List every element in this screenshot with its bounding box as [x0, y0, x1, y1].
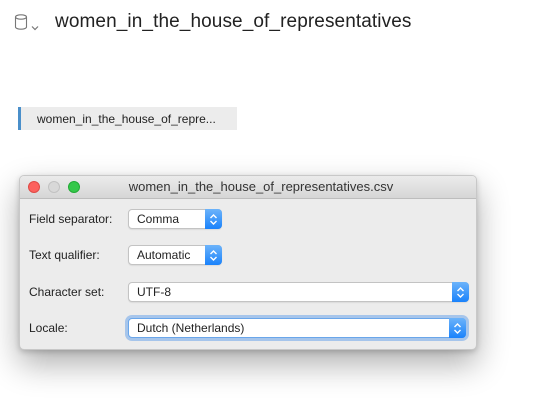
- source-tab[interactable]: women_in_the_house_of_repre...: [18, 107, 237, 130]
- locale-label: Locale:: [29, 321, 68, 335]
- chevron-down-icon[interactable]: [31, 19, 39, 30]
- updown-chevron-icon: [205, 245, 222, 265]
- text-qualifier-popup[interactable]: Automatic: [128, 245, 222, 265]
- character-set-row: Character set: UTF-8: [29, 281, 469, 303]
- database-icon[interactable]: [14, 14, 28, 30]
- character-set-popup[interactable]: UTF-8: [128, 282, 469, 302]
- csv-import-dialog: women_in_the_house_of_representatives.cs…: [19, 175, 477, 350]
- header: women_in_the_house_of_representatives: [14, 8, 412, 36]
- dialog-titlebar[interactable]: women_in_the_house_of_representatives.cs…: [20, 176, 476, 199]
- field-separator-value: Comma: [137, 212, 180, 226]
- dialog-title: women_in_the_house_of_representatives.cs…: [128, 179, 394, 194]
- field-separator-label: Field separator:: [29, 212, 113, 226]
- text-qualifier-row: Text qualifier: Automatic: [29, 244, 222, 266]
- source-tab-label: women_in_the_house_of_repre...: [37, 111, 216, 126]
- updown-chevron-icon: [452, 282, 469, 302]
- text-qualifier-value: Automatic: [137, 248, 191, 262]
- locale-popup[interactable]: Dutch (Netherlands): [128, 318, 466, 338]
- page-title: women_in_the_house_of_representatives: [55, 11, 412, 32]
- updown-chevron-icon: [449, 318, 466, 338]
- updown-chevron-icon: [205, 209, 222, 229]
- locale-row: Locale: Dutch (Netherlands): [29, 317, 466, 339]
- text-qualifier-label: Text qualifier:: [29, 248, 100, 262]
- field-separator-popup[interactable]: Comma: [128, 209, 222, 229]
- character-set-value: UTF-8: [137, 285, 171, 299]
- character-set-label: Character set:: [29, 285, 105, 299]
- locale-value: Dutch (Netherlands): [137, 321, 245, 335]
- field-separator-row: Field separator: Comma: [29, 208, 222, 230]
